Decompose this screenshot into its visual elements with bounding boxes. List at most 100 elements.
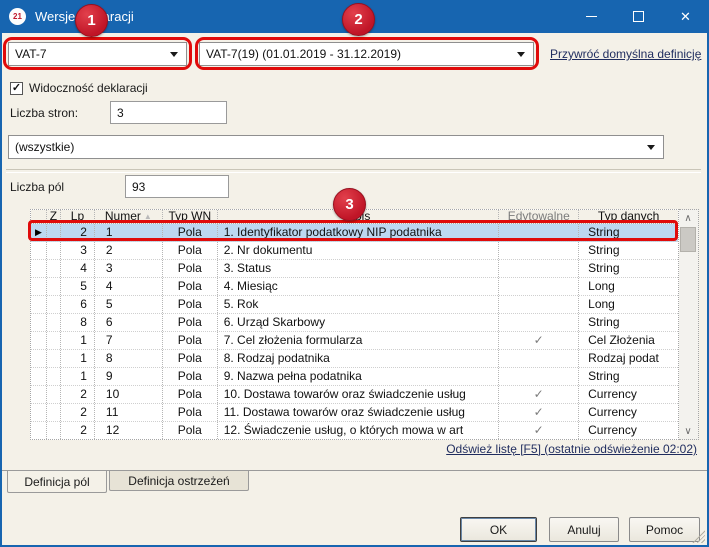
restore-default-definition-link[interactable]: Przywróć domyślna definicję	[550, 47, 701, 61]
column-header-typ-danych[interactable]: Typ danych	[579, 210, 678, 223]
dialog-wersje-deklaracji: 21 Wersje deklaracji ✕ VAT-7 VAT-7(19) (…	[0, 0, 709, 547]
cell-numer: 12	[95, 422, 163, 439]
column-header-marker[interactable]	[31, 210, 47, 223]
pages-count-input[interactable]: 3	[110, 101, 227, 124]
cell-numer: 2	[95, 242, 163, 259]
table-row[interactable]: 4 3 Pola 3. Status String	[31, 260, 678, 278]
checkmark-icon: ✓	[11, 82, 22, 94]
cell-edytowalne	[499, 260, 580, 277]
visibility-checkbox-label[interactable]: Widoczność deklaracji	[29, 81, 148, 95]
field-count-value: 93	[132, 179, 146, 194]
cell-edytowalne	[499, 368, 580, 385]
tab-label: Definicja ostrzeżeń	[128, 473, 230, 488]
cell-typ-danych: Currency	[588, 405, 637, 419]
cell-typ-wn: Pola	[163, 314, 218, 331]
column-header-typ-wn[interactable]: Typ WN	[163, 210, 218, 223]
cell-opis: 6. Urząd Skarbowy	[218, 314, 500, 331]
table-body: ▶ 2 1 Pola 1. Identyfikator podatkowy NIP po…	[31, 224, 678, 439]
minimize-button[interactable]	[568, 2, 615, 33]
cell-lp: 2	[61, 404, 95, 421]
scroll-up-button[interactable]: ∧	[679, 210, 697, 226]
table-row[interactable]: 2 11 Pola 11. Dostawa towarów oraz świadcze…	[31, 404, 678, 422]
table-row[interactable]: 1 7 Pola 7. Cel złożenia formularza ✓ Cel Zło…	[31, 332, 678, 350]
column-header-numer-label: Numer	[104, 210, 141, 223]
cell-lp: 1	[61, 368, 95, 385]
cell-opis: 2. Nr dokumentu	[218, 242, 500, 259]
row-marker-cell	[31, 368, 47, 385]
form-type-combobox[interactable]: VAT-7	[8, 42, 187, 66]
refresh-list-link[interactable]: Odśwież listę [F5] (ostatnie odświeżenie…	[446, 442, 697, 456]
column-header-numer[interactable]: Numer ▲	[95, 210, 163, 223]
callout-badge-1: 1	[75, 4, 108, 37]
ok-button[interactable]: OK	[460, 517, 537, 542]
scrollbar-thumb[interactable]	[680, 227, 696, 252]
maximize-button[interactable]	[615, 2, 662, 33]
row-marker-cell	[31, 278, 47, 295]
cell-typ-wn: Pola	[163, 260, 218, 277]
pages-count-value: 3	[117, 105, 124, 120]
cell-typ-danych: Long	[588, 297, 615, 311]
row-marker-cell	[31, 404, 47, 421]
cell-lp: 4	[61, 260, 95, 277]
cell-edytowalne	[499, 314, 580, 331]
column-header-lp[interactable]: Lp	[61, 210, 95, 223]
cell-edytowalne	[499, 278, 580, 295]
row-marker-cell	[31, 314, 47, 331]
cell-lp: 3	[61, 242, 95, 259]
close-button[interactable]: ✕	[662, 2, 707, 33]
filter-combobox[interactable]: (wszystkie)	[8, 135, 664, 159]
tab-definicja-ostrzezen[interactable]: Definicja ostrzeżeń	[109, 471, 249, 491]
fields-table: Z Lp Numer ▲ Typ WN Opis Edytowalne Typ …	[30, 209, 679, 440]
cell-typ-wn: Pola	[163, 422, 218, 439]
cell-z	[47, 278, 61, 295]
table-row[interactable]: 1 9 Pola 9. Nazwa pełna podatnika String	[31, 368, 678, 386]
cell-lp: 1	[61, 332, 95, 349]
cell-numer: 4	[95, 278, 163, 295]
maximize-icon	[633, 11, 644, 22]
cell-lp: 2	[61, 224, 95, 241]
callout-badge-3: 3	[333, 188, 366, 221]
form-version-combobox[interactable]: VAT-7(19) (01.01.2019 - 31.12.2019)	[199, 42, 534, 66]
cell-z	[47, 332, 61, 349]
cell-typ-danych: Long	[588, 279, 615, 293]
separator-line	[6, 169, 701, 173]
cell-lp: 1	[61, 350, 95, 367]
cell-z	[47, 350, 61, 367]
visibility-checkbox[interactable]: ✓	[10, 82, 23, 95]
callout-badge-2: 2	[342, 3, 375, 36]
tab-label: Definicja pól	[24, 474, 90, 489]
cell-opis: 10. Dostawa towarów oraz świadczenie usł…	[218, 386, 500, 403]
cell-lp: 5	[61, 278, 95, 295]
table-row[interactable]: 5 4 Pola 4. Miesiąc Long	[31, 278, 678, 296]
help-button[interactable]: Pomoc	[629, 517, 700, 542]
table-row[interactable]: ▶ 2 1 Pola 1. Identyfikator podatkowy NIP po…	[31, 224, 678, 242]
table-row[interactable]: 3 2 Pola 2. Nr dokumentu String	[31, 242, 678, 260]
field-count-label: Liczba pól	[10, 180, 65, 194]
scroll-down-button[interactable]: ∨	[679, 423, 697, 439]
table-row[interactable]: 8 6 Pola 6. Urząd Skarbowy String	[31, 314, 678, 332]
row-marker-cell	[31, 260, 47, 277]
table-row[interactable]: 2 12 Pola 12. Świadczenie usług, o których …	[31, 422, 678, 439]
cell-opis: 7. Cel złożenia formularza	[218, 332, 500, 349]
column-header-z[interactable]: Z	[47, 210, 61, 223]
cell-opis: 11. Dostawa towarów oraz świadczenie usł…	[218, 404, 500, 421]
cell-z	[47, 404, 61, 421]
column-header-edytowalne[interactable]: Edytowalne	[499, 210, 580, 223]
cell-numer: 3	[95, 260, 163, 277]
window-controls: ✕	[568, 2, 707, 33]
chevron-down-icon: ∨	[684, 425, 692, 437]
table-row[interactable]: 6 5 Pola 5. Rok Long	[31, 296, 678, 314]
table-vertical-scrollbar[interactable]: ∧ ∨	[679, 209, 699, 440]
cell-typ-danych: Rodzaj podat	[588, 351, 659, 365]
cell-edytowalne	[499, 296, 580, 313]
cell-opis: 12. Świadczenie usług, o których mowa w …	[218, 422, 500, 439]
cancel-button[interactable]: Anuluj	[549, 517, 619, 542]
tab-definicja-pol[interactable]: Definicja pól	[7, 471, 107, 493]
table-row[interactable]: 1 8 Pola 8. Rodzaj podatnika Rodzaj podat	[31, 350, 678, 368]
cell-typ-danych: String	[588, 243, 620, 257]
table-row[interactable]: 2 10 Pola 10. Dostawa towarów oraz świadcze…	[31, 386, 678, 404]
cell-typ-wn: Pola	[163, 224, 218, 241]
app-logo-icon: 21	[9, 8, 26, 25]
chevron-down-icon	[517, 52, 525, 57]
field-count-input[interactable]: 93	[125, 175, 229, 198]
